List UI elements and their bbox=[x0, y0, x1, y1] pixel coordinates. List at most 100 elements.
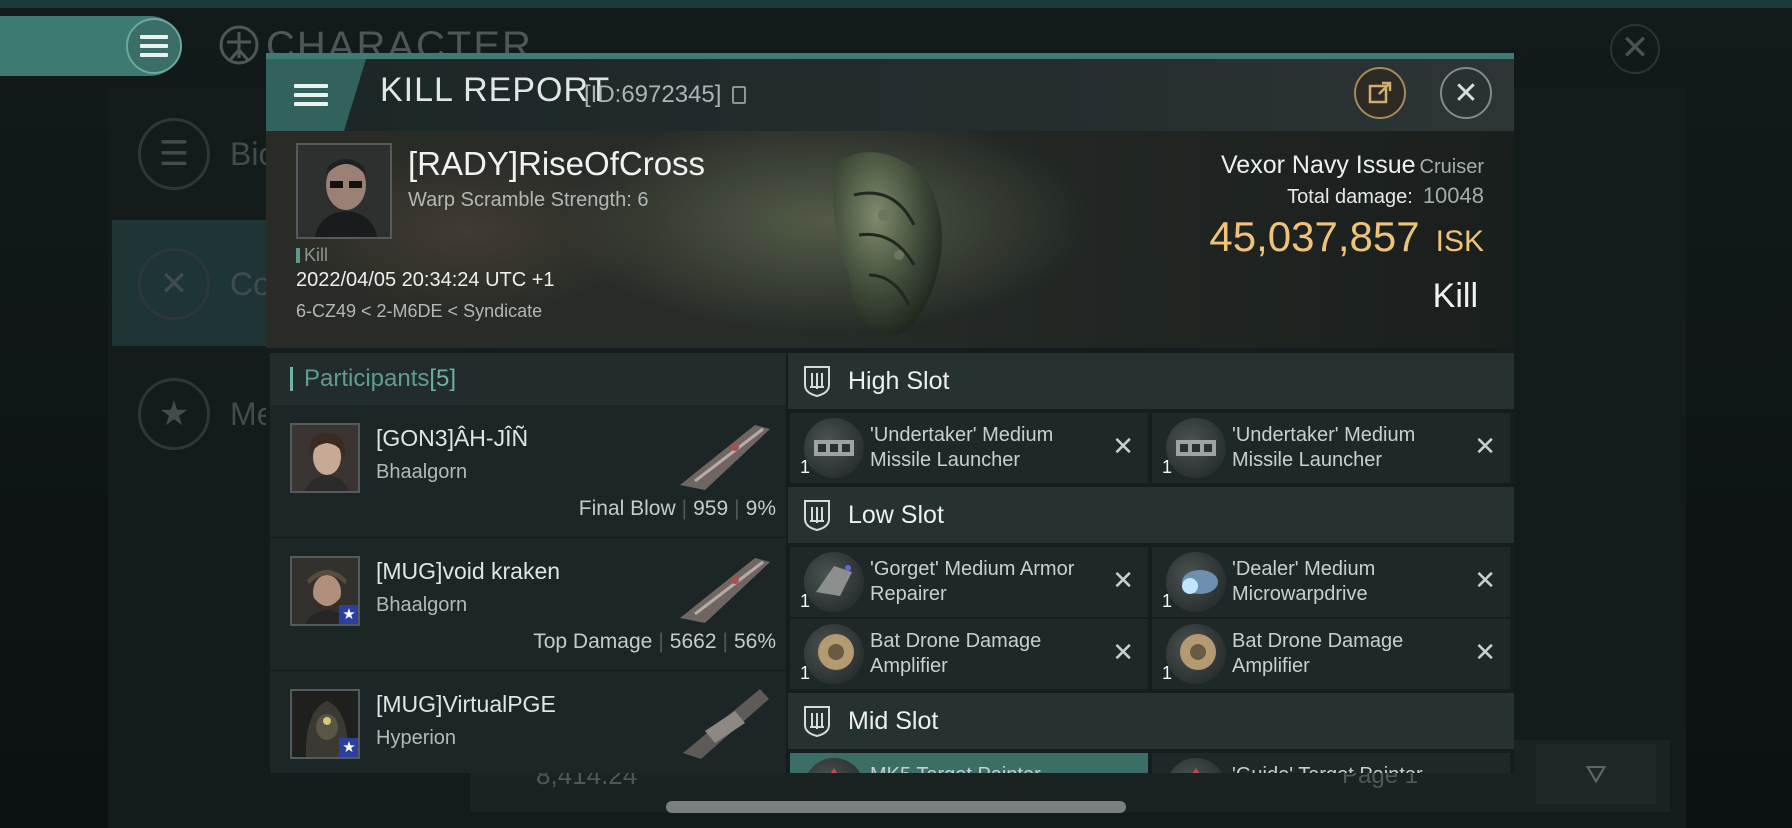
crossed-swords-icon: ✕ bbox=[138, 248, 210, 320]
target-painter-icon bbox=[804, 758, 864, 773]
participants-title: Participants[5] bbox=[304, 365, 456, 393]
high-slot-icon bbox=[804, 366, 830, 397]
participant-portrait[interactable]: ★ bbox=[290, 556, 360, 626]
close-icon: ✕ bbox=[1620, 29, 1650, 67]
drone-damage-amplifier-icon bbox=[804, 624, 864, 684]
separator: | bbox=[734, 497, 740, 520]
participant-name[interactable]: [MUG]VirtualPGE bbox=[376, 691, 556, 718]
participant-row[interactable]: [GON3]ÂH-JÎÑ Bhaalgorn Final Blow | 959 | 9% bbox=[270, 405, 786, 539]
victim-subtitle: Warp Scramble Strength: 6 bbox=[408, 189, 649, 211]
participant-portrait[interactable]: ★ bbox=[290, 689, 360, 759]
participant-name[interactable]: [GON3]ÂH-JÎÑ bbox=[376, 425, 528, 452]
module-name: 'Gorget' Medium Armor Repairer bbox=[870, 558, 1075, 605]
destroyed-x-icon: ✕ bbox=[1474, 431, 1496, 461]
microwarpdrive-icon bbox=[1166, 552, 1226, 612]
separator: | bbox=[681, 497, 688, 520]
high-slot-header: High Slot bbox=[788, 353, 1514, 409]
victim-name[interactable]: [RADY]RiseOfCross bbox=[408, 145, 705, 183]
module-item[interactable]: 1 'Guide' Target Painter ✕ bbox=[1152, 753, 1510, 773]
ship-name: Vexor Navy Issue bbox=[1221, 151, 1416, 179]
participant-role: Final Blow bbox=[578, 497, 676, 520]
module-item[interactable]: 1 'Undertaker' Medium Missile Launcher ✕ bbox=[1152, 413, 1510, 483]
module-name: MK5 Target Painter bbox=[870, 763, 1100, 773]
module-qty: 1 bbox=[800, 663, 811, 683]
hamburger-icon bbox=[140, 30, 168, 62]
participants-panel: Participants[5] [GON3]ÂH-JÎÑ Bhaalgorn F… bbox=[270, 353, 786, 773]
participant-ship-image bbox=[680, 558, 770, 623]
participant-ship: Bhaalgorn bbox=[376, 461, 468, 483]
filter-icon[interactable]: ⛛ bbox=[1536, 744, 1656, 804]
sidebar-item-label: Co bbox=[230, 266, 271, 302]
module-item[interactable]: 1 MK5 Target Painter bbox=[790, 753, 1148, 773]
hamburger-icon bbox=[294, 79, 328, 111]
high-slot-title: High Slot bbox=[848, 367, 950, 395]
isk-value-row: 45,037,857 ISK bbox=[1209, 213, 1484, 261]
copy-icon[interactable] bbox=[732, 86, 746, 104]
low-slot-header: Low Slot bbox=[788, 487, 1514, 543]
participant-row[interactable]: ★ [MUG]VirtualPGE Hyperion bbox=[270, 671, 786, 773]
module-qty: 1 bbox=[1162, 591, 1173, 611]
module-item[interactable]: 1 'Dealer' Medium Microwarpdrive ✕ bbox=[1152, 547, 1510, 617]
mid-slot-header: Mid Slot bbox=[788, 693, 1514, 749]
destroyed-x-icon: ✕ bbox=[1474, 771, 1496, 773]
mid-slot-icon bbox=[804, 706, 830, 737]
module-item[interactable]: 1 Bat Drone Damage Amplifier ✕ bbox=[1152, 619, 1510, 689]
total-damage-row: Total damage: 10048 bbox=[1287, 183, 1484, 209]
armor-repairer-icon bbox=[804, 552, 864, 612]
main-menu-button[interactable] bbox=[126, 18, 182, 74]
star-badge-icon: ★ bbox=[138, 378, 210, 450]
module-name: 'Undertaker' Medium Missile Launcher bbox=[1232, 424, 1416, 471]
menu-lines-icon: ☰ bbox=[138, 118, 210, 190]
close-button[interactable]: ✕ bbox=[1440, 67, 1492, 119]
separator: | bbox=[722, 630, 728, 653]
module-name: 'Guide' Target Painter bbox=[1232, 763, 1462, 773]
participant-stats: Final Blow | 959 | 9% bbox=[579, 497, 776, 521]
background-close-button[interactable]: ✕ bbox=[1610, 24, 1660, 74]
module-item[interactable]: 1 'Gorget' Medium Armor Repairer ✕ bbox=[790, 547, 1148, 617]
module-item[interactable]: 1 'Undertaker' Medium Missile Launcher ✕ bbox=[790, 413, 1148, 483]
star-icon: ★ bbox=[339, 605, 358, 624]
mid-slot-title: Mid Slot bbox=[848, 707, 939, 735]
module-name: Bat Drone Damage Amplifier bbox=[1232, 630, 1404, 677]
total-damage-value: 10048 bbox=[1422, 183, 1484, 208]
victim-portrait[interactable] bbox=[296, 143, 392, 239]
close-icon: ✕ bbox=[1453, 76, 1479, 110]
module-qty: 1 bbox=[800, 591, 811, 611]
victim-ship-image bbox=[833, 152, 942, 336]
fitting-panel: High Slot 1 'Undertaker' Medium Missile … bbox=[788, 353, 1514, 773]
participant-damage: 959 bbox=[693, 497, 729, 520]
isk-value: 45,037,857 bbox=[1209, 213, 1420, 260]
dialog-title: KILL REPORT bbox=[380, 71, 611, 109]
module-item[interactable]: 1 Bat Drone Damage Amplifier ✕ bbox=[790, 619, 1148, 689]
isk-unit: ISK bbox=[1435, 225, 1484, 258]
kill-location[interactable]: 6-CZ49 < 2-M6DE < Syndicate bbox=[296, 301, 542, 322]
destroyed-x-icon: ✕ bbox=[1112, 565, 1134, 595]
participant-stats: Top Damage | 5662 | 56% bbox=[533, 630, 776, 654]
module-name: 'Undertaker' Medium Missile Launcher bbox=[870, 424, 1054, 471]
drone-damage-amplifier-icon bbox=[1166, 624, 1226, 684]
kill-tag: Kill bbox=[296, 245, 328, 266]
participants-label: Participants bbox=[304, 365, 430, 392]
victim-avatar bbox=[298, 145, 390, 237]
participant-avatar bbox=[292, 425, 358, 491]
participant-name[interactable]: [MUG]void kraken bbox=[376, 558, 560, 585]
participant-role: Top Damage bbox=[533, 630, 653, 653]
share-button[interactable] bbox=[1354, 67, 1406, 119]
participants-count: [5] bbox=[429, 365, 457, 392]
kill-datetime: 2022/04/05 20:34:24 UTC +1 bbox=[296, 269, 555, 291]
participant-ship: Bhaalgorn bbox=[376, 594, 468, 616]
module-qty: 1 bbox=[800, 457, 811, 477]
destroyed-x-icon: ✕ bbox=[1112, 637, 1134, 667]
participant-portrait[interactable] bbox=[290, 423, 360, 493]
kill-id: [ID:6972345] bbox=[584, 81, 722, 108]
participant-ship-image bbox=[683, 689, 769, 759]
participant-damage: 5662 bbox=[669, 630, 717, 653]
ship-name-line[interactable]: Vexor Navy Issue Cruiser bbox=[1221, 151, 1484, 180]
module-qty: 1 bbox=[1162, 663, 1173, 683]
participant-row[interactable]: ★ [MUG]void kraken Bhaalgorn Top Damage |… bbox=[270, 538, 786, 672]
horizontal-scrollbar[interactable] bbox=[666, 801, 1126, 813]
module-qty: 1 bbox=[1162, 457, 1173, 477]
separator: | bbox=[658, 630, 664, 653]
destroyed-x-icon: ✕ bbox=[1112, 431, 1134, 461]
module-name: 'Dealer' Medium Microwarpdrive bbox=[1232, 558, 1376, 605]
